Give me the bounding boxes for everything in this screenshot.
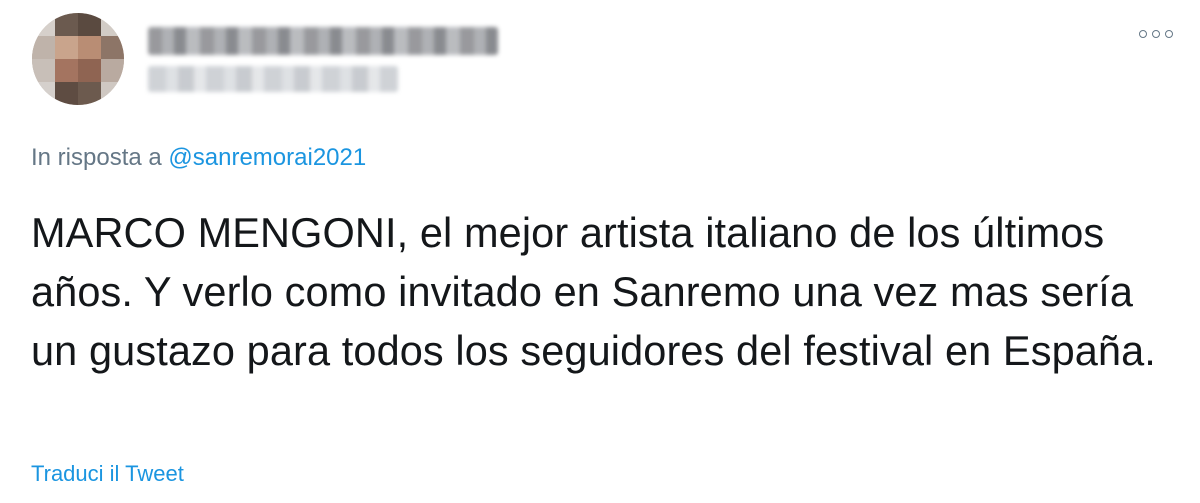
display-name[interactable]	[148, 27, 498, 55]
avatar[interactable]	[32, 13, 124, 105]
reply-context: In risposta a @sanremorai2021	[31, 144, 366, 172]
tweet-text: MARCO MENGONI, el mejor artista italiano…	[31, 209, 1156, 374]
translate-tweet-link[interactable]: Traduci il Tweet	[31, 461, 184, 487]
user-handle[interactable]	[148, 66, 398, 92]
reply-handle-link[interactable]: @sanremorai2021	[168, 144, 366, 171]
tweet-card: In risposta a @sanremorai2021 MARCO MENG…	[0, 0, 1200, 503]
reply-prefix: In risposta a	[31, 144, 162, 171]
more-options-icon[interactable]	[1139, 24, 1173, 44]
